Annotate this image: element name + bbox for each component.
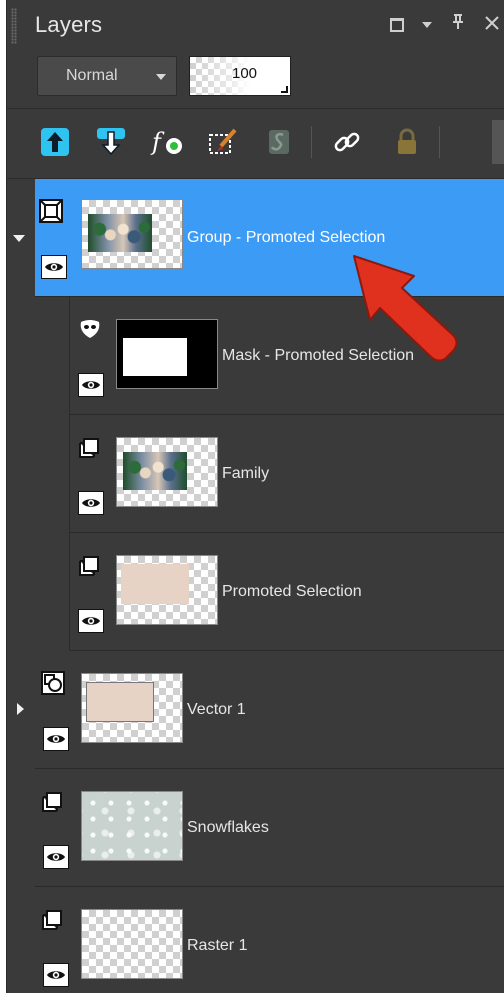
layer-label: Snowflakes [187, 819, 269, 836]
red-arrow-annotation [353, 255, 458, 362]
layer-row-promoted-selection[interactable]: Promoted Selection [69, 533, 504, 651]
toolbar-divider [7, 108, 504, 109]
opacity-field[interactable]: 100 [189, 56, 291, 96]
move-layer-down-icon[interactable] [93, 124, 129, 160]
raster-layer-icon [41, 789, 65, 813]
layer-thumbnail [116, 555, 218, 625]
layer-label: Vector 1 [187, 701, 246, 718]
link-icon[interactable] [329, 124, 365, 160]
script-icon[interactable] [261, 124, 297, 160]
layer-thumbnail [116, 319, 218, 389]
layer-label: Family [222, 465, 270, 482]
layer-label: Raster 1 [187, 937, 248, 954]
layer-effects-icon[interactable]: f [149, 124, 185, 160]
layers-panel: Layers Normal 100 f Group - Promoted Sel… [6, 0, 504, 993]
raster-layer-icon [78, 553, 102, 577]
layer-thumbnail [81, 791, 183, 861]
resize-corner-icon [281, 86, 288, 93]
panel-grip[interactable] [11, 8, 17, 44]
toolbar-separator [439, 126, 440, 158]
layer-thumbnail [81, 909, 183, 979]
visibility-eye-icon[interactable] [41, 255, 67, 279]
close-icon[interactable] [484, 14, 500, 35]
collapse-arrow-icon[interactable] [13, 235, 25, 242]
group-layer-icon [39, 199, 63, 223]
chevron-down-icon [156, 74, 166, 80]
move-layer-up-icon[interactable] [37, 124, 73, 160]
layer-row-vector-1[interactable]: Vector 1 [35, 651, 504, 769]
vector-layer-icon [41, 671, 65, 695]
layer-thumbnail [116, 437, 218, 507]
mask-layer-icon [78, 317, 102, 341]
dropdown-icon[interactable] [422, 21, 432, 28]
toolbar-separator [311, 126, 312, 158]
blend-mode-value: Normal [66, 67, 118, 84]
pin-icon[interactable] [450, 14, 466, 35]
visibility-eye-icon[interactable] [43, 845, 69, 869]
lock-icon[interactable] [389, 124, 425, 160]
brush-icon[interactable] [205, 124, 241, 160]
visibility-eye-icon[interactable] [43, 727, 69, 751]
layer-row-family[interactable]: Family [69, 415, 504, 533]
toolbar-scroll-handle[interactable] [492, 120, 504, 164]
layer-thumbnail [81, 199, 183, 269]
blend-mode-select[interactable]: Normal [37, 56, 177, 96]
visibility-eye-icon[interactable] [78, 609, 104, 633]
svg-text:f: f [150, 128, 165, 156]
layer-label: Promoted Selection [222, 583, 362, 600]
raster-layer-icon [41, 907, 65, 931]
panel-title: Layers [35, 12, 103, 37]
window-controls [390, 14, 500, 35]
visibility-eye-icon[interactable] [78, 373, 104, 397]
expand-arrow-icon[interactable] [17, 703, 24, 715]
visibility-eye-icon[interactable] [43, 963, 69, 987]
layer-label: Group - Promoted Selection [187, 229, 386, 246]
layer-row-snowflakes[interactable]: Snowflakes [35, 769, 504, 887]
layer-row-raster-1[interactable]: Raster 1 [35, 887, 504, 993]
maximize-icon[interactable] [390, 17, 404, 32]
visibility-eye-icon[interactable] [78, 491, 104, 515]
layer-thumbnail [81, 673, 183, 743]
raster-layer-icon [78, 435, 102, 459]
layer-toolbar: f [7, 110, 504, 178]
opacity-value: 100 [232, 65, 258, 82]
